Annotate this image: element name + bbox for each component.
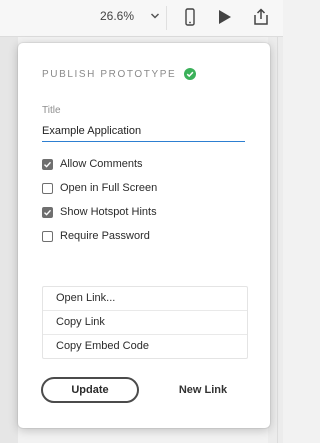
checkbox-checked-icon[interactable] — [42, 206, 53, 218]
link-menu: Open Link... Copy Link Copy Embed Code — [42, 286, 248, 359]
popover-header: PUBLISH PROTOTYPE — [42, 68, 197, 80]
open-link-item[interactable]: Open Link... — [43, 287, 247, 311]
update-button[interactable]: Update — [41, 377, 139, 403]
toolbar: 26.6% — [0, 0, 283, 37]
checkbox-unchecked-icon[interactable] — [42, 182, 53, 194]
zoom-level[interactable]: 26.6% — [100, 9, 134, 23]
share-icon[interactable] — [252, 8, 270, 26]
copy-link-item[interactable]: Copy Link — [43, 311, 247, 335]
canvas-right-panel — [268, 37, 283, 443]
chevron-down-icon[interactable] — [150, 11, 160, 21]
canvas-divider — [277, 37, 278, 443]
option-label: Allow Comments — [60, 158, 143, 170]
phone-icon[interactable] — [185, 8, 195, 26]
option-label: Require Password — [60, 230, 150, 242]
check-circle-icon — [184, 68, 197, 80]
option-label: Open in Full Screen — [60, 182, 158, 194]
option-allow-comments[interactable]: Allow Comments — [42, 158, 143, 170]
option-open-full-screen[interactable]: Open in Full Screen — [42, 182, 157, 194]
play-icon[interactable] — [218, 9, 232, 25]
title-input[interactable] — [42, 121, 245, 142]
copy-embed-code-item[interactable]: Copy Embed Code — [43, 335, 247, 358]
checkbox-checked-icon[interactable] — [42, 158, 53, 170]
option-show-hotspot-hints[interactable]: Show Hotspot Hints — [42, 206, 157, 218]
canvas-left-panel — [0, 37, 18, 443]
option-require-password[interactable]: Require Password — [42, 230, 150, 242]
popover-title: PUBLISH PROTOTYPE — [42, 68, 177, 80]
publish-prototype-popover: PUBLISH PROTOTYPE Title Allow Comments O… — [18, 43, 270, 428]
checkbox-unchecked-icon[interactable] — [42, 230, 53, 242]
title-field-label: Title — [42, 105, 61, 116]
option-label: Show Hotspot Hints — [60, 206, 157, 218]
new-link-button[interactable]: New Link — [163, 377, 243, 403]
toolbar-divider — [166, 6, 167, 30]
